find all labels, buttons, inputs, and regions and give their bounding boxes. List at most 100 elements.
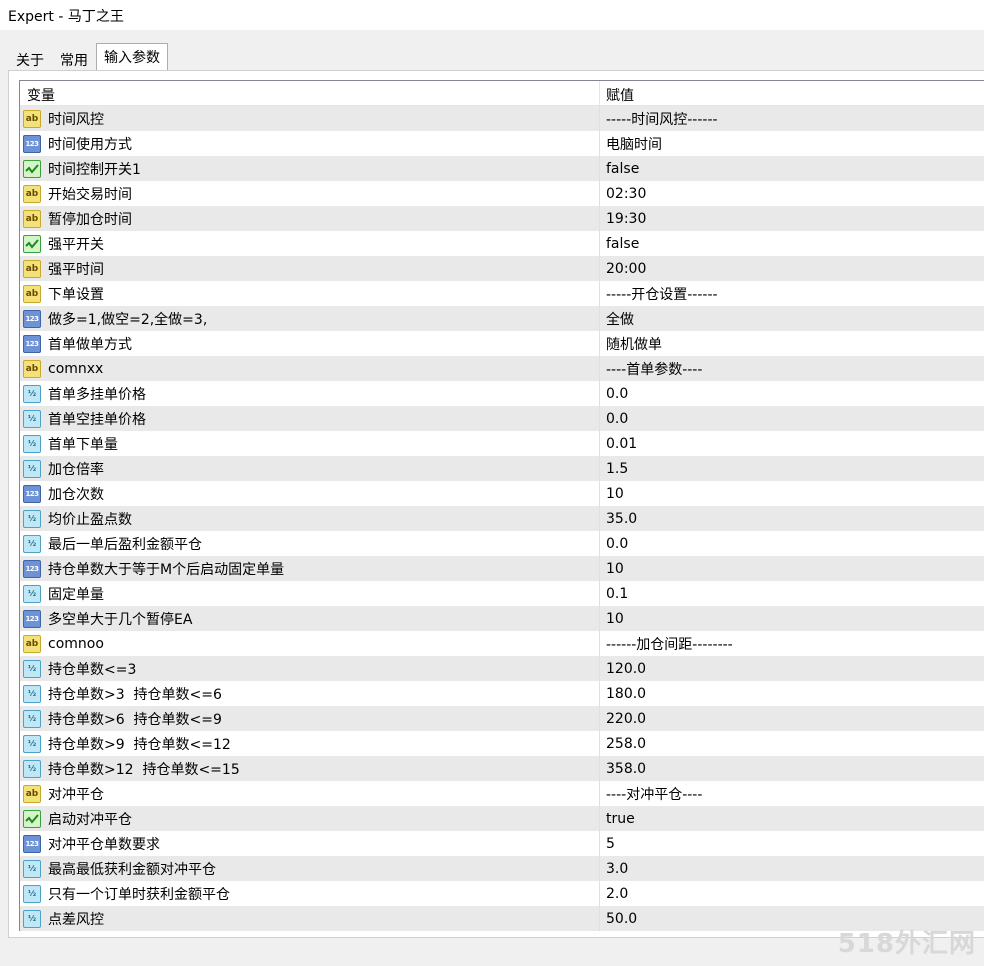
tab-about[interactable]: 关于 — [8, 45, 52, 71]
table-row[interactable]: 时间控制开关1 false — [20, 156, 984, 181]
variable-cell: ab 时间风控 — [20, 106, 600, 131]
variable-cell: ½ 持仓单数>9 持仓单数<=12 — [20, 731, 600, 756]
table-row[interactable]: ½ 持仓单数>12 持仓单数<=15 358.0 — [20, 756, 984, 781]
value-cell[interactable]: 0.1 — [600, 586, 984, 602]
variable-cell: ½ 均价止盈点数 — [20, 506, 600, 531]
value-cell[interactable]: 5 — [600, 836, 984, 852]
variable-cell: ½ 最高最低获利金额对冲平仓 — [20, 856, 600, 881]
table-row[interactable]: ½ 最高最低获利金额对冲平仓 3.0 — [20, 856, 984, 881]
variable-cell: 启动对冲平仓 — [20, 806, 600, 831]
value-cell[interactable]: 258.0 — [600, 736, 984, 752]
value-cell[interactable]: -----时间风控------ — [600, 109, 984, 129]
value-cell[interactable]: 0.01 — [600, 436, 984, 452]
value-cell[interactable]: ------加仓间距-------- — [600, 634, 984, 654]
header-variable[interactable]: 变量 — [20, 81, 600, 105]
variable-name: 持仓单数>6 持仓单数<=9 — [48, 711, 222, 728]
table-row[interactable]: ½ 持仓单数<=3 120.0 — [20, 656, 984, 681]
header-value[interactable]: 赋值 — [600, 81, 984, 105]
string-type-icon: ab — [23, 784, 41, 803]
variable-cell: ab 对冲平仓 — [20, 781, 600, 806]
table-row[interactable]: 强平开关 false — [20, 231, 984, 256]
tab-strip: 关于 常用 输入参数 — [8, 43, 168, 71]
variable-name: 强平开关 — [48, 236, 104, 253]
table-row[interactable]: 123 加仓次数 10 — [20, 481, 984, 506]
table-row[interactable]: ½ 只有一个订单时获利金额平仓 2.0 — [20, 881, 984, 906]
table-row[interactable]: ab 下单设置 -----开仓设置------ — [20, 281, 984, 306]
table-row[interactable]: ab 强平时间 20:00 — [20, 256, 984, 281]
value-cell[interactable]: 电脑时间 — [600, 134, 984, 154]
table-row[interactable]: 123 对冲平仓单数要求 5 — [20, 831, 984, 856]
double-type-icon: ½ — [23, 534, 41, 553]
table-row[interactable]: ½ 固定单量 0.1 — [20, 581, 984, 606]
boolean-type-icon — [23, 809, 41, 828]
variable-cell: ½ 最后一单后盈利金额平仓 — [20, 531, 600, 556]
value-cell[interactable]: 0.0 — [600, 386, 984, 402]
value-cell[interactable]: 0.0 — [600, 411, 984, 427]
value-cell[interactable]: 10 — [600, 561, 984, 577]
variable-name: 下单设置 — [48, 286, 104, 303]
value-cell[interactable]: 3.0 — [600, 861, 984, 877]
table-row[interactable]: ab 时间风控 -----时间风控------ — [20, 106, 984, 131]
value-cell[interactable]: 358.0 — [600, 761, 984, 777]
value-cell[interactable]: 1.5 — [600, 461, 984, 477]
table-row[interactable]: 123 持仓单数大于等于M个后启动固定单量 10 — [20, 556, 984, 581]
table-row[interactable]: ½ 最后一单后盈利金额平仓 0.0 — [20, 531, 984, 556]
table-row[interactable]: 启动对冲平仓 true — [20, 806, 984, 831]
value-cell[interactable]: false — [600, 161, 984, 177]
value-cell[interactable]: ----对冲平仓---- — [600, 784, 984, 804]
value-cell[interactable]: ----首单参数---- — [600, 359, 984, 379]
table-row[interactable]: ½ 首单下单量 0.01 — [20, 431, 984, 456]
table-row[interactable]: ½ 持仓单数>9 持仓单数<=12 258.0 — [20, 731, 984, 756]
boolean-type-icon — [23, 159, 41, 178]
value-cell[interactable]: false — [600, 236, 984, 252]
value-cell[interactable]: 20:00 — [600, 261, 984, 277]
string-type-icon: ab — [23, 284, 41, 303]
table-row[interactable]: ab 暂停加仓时间 19:30 — [20, 206, 984, 231]
double-type-icon: ½ — [23, 859, 41, 878]
double-type-icon: ½ — [23, 909, 41, 928]
variable-name: 固定单量 — [48, 586, 104, 603]
table-row[interactable]: ½ 持仓单数>6 持仓单数<=9 220.0 — [20, 706, 984, 731]
value-cell[interactable]: 180.0 — [600, 686, 984, 702]
value-cell[interactable]: 全做 — [600, 309, 984, 329]
table-row[interactable]: 123 首单做单方式 随机做单 — [20, 331, 984, 356]
variable-cell: 强平开关 — [20, 231, 600, 256]
value-cell[interactable]: true — [600, 811, 984, 827]
value-cell[interactable]: 19:30 — [600, 211, 984, 227]
table-row[interactable]: 123 做多=1,做空=2,全做=3, 全做 — [20, 306, 984, 331]
watermark-logo: 518外汇网 — [837, 929, 976, 959]
variable-name: 时间风控 — [48, 111, 104, 128]
value-cell[interactable]: 02:30 — [600, 186, 984, 202]
table-row[interactable]: ½ 加仓倍率 1.5 — [20, 456, 984, 481]
table-row[interactable]: 123 多空单大于几个暂停EA 10 — [20, 606, 984, 631]
variable-cell: 123 加仓次数 — [20, 481, 600, 506]
table-row[interactable]: ½ 首单多挂单价格 0.0 — [20, 381, 984, 406]
table-row[interactable]: 123 时间使用方式 电脑时间 — [20, 131, 984, 156]
value-cell[interactable]: 10 — [600, 611, 984, 627]
double-type-icon: ½ — [23, 759, 41, 778]
table-row[interactable]: ½ 均价止盈点数 35.0 — [20, 506, 984, 531]
value-cell[interactable]: 35.0 — [600, 511, 984, 527]
table-row[interactable]: ½ 首单空挂单价格 0.0 — [20, 406, 984, 431]
value-cell[interactable]: 10 — [600, 486, 984, 502]
tab-inputs[interactable]: 输入参数 — [96, 43, 168, 71]
variable-name: 均价止盈点数 — [48, 511, 132, 528]
table-row[interactable]: ab 开始交易时间 02:30 — [20, 181, 984, 206]
table-row[interactable]: ½ 持仓单数>3 持仓单数<=6 180.0 — [20, 681, 984, 706]
table-row[interactable]: ab comnxx ----首单参数---- — [20, 356, 984, 381]
tab-common[interactable]: 常用 — [52, 45, 96, 71]
table-row[interactable]: ab comnoo ------加仓间距-------- — [20, 631, 984, 656]
variable-name: 对冲平仓单数要求 — [48, 836, 160, 853]
string-type-icon: ab — [23, 259, 41, 278]
value-cell[interactable]: 220.0 — [600, 711, 984, 727]
value-cell[interactable]: 120.0 — [600, 661, 984, 677]
table-row[interactable]: ab 对冲平仓 ----对冲平仓---- — [20, 781, 984, 806]
value-cell[interactable]: 0.0 — [600, 536, 984, 552]
variable-cell: ½ 持仓单数>12 持仓单数<=15 — [20, 756, 600, 781]
value-cell[interactable]: 随机做单 — [600, 334, 984, 354]
integer-type-icon: 123 — [23, 334, 41, 353]
variable-cell: ab 开始交易时间 — [20, 181, 600, 206]
variable-cell: ½ 首单多挂单价格 — [20, 381, 600, 406]
value-cell[interactable]: 2.0 — [600, 886, 984, 902]
value-cell[interactable]: -----开仓设置------ — [600, 284, 984, 304]
